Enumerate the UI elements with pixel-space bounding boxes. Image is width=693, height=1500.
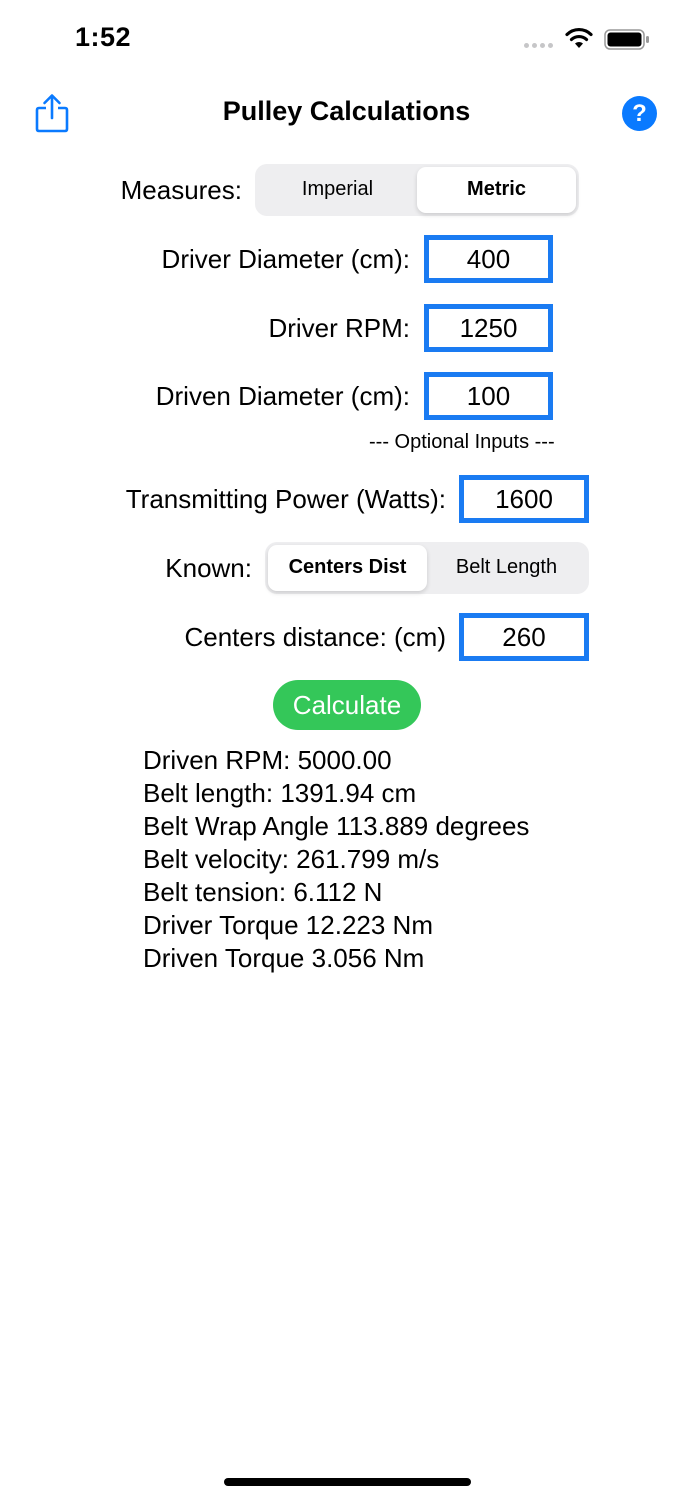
- transmitting-power-input[interactable]: 1600: [459, 475, 589, 523]
- page-title: Pulley Calculations: [222, 96, 471, 126]
- status-time: 1:52: [75, 22, 132, 52]
- known-label: Known:: [165, 553, 252, 583]
- battery-icon: [604, 29, 649, 50]
- driver-diameter-input[interactable]: 400: [424, 235, 553, 283]
- result-driven-rpm: Driven RPM: 5000.00: [143, 745, 392, 775]
- measures-segmented-control[interactable]: Imperial Metric: [255, 164, 579, 216]
- segment-belt-length[interactable]: Belt Length: [427, 545, 586, 591]
- optional-inputs-header: --- Optional Inputs ---: [369, 431, 555, 453]
- home-indicator[interactable]: [224, 1478, 471, 1486]
- result-belt-length: Belt length: 1391.94 cm: [143, 778, 417, 808]
- segment-imperial[interactable]: Imperial: [258, 167, 417, 213]
- calculate-button[interactable]: Calculate: [273, 680, 421, 730]
- wifi-icon: [565, 27, 593, 48]
- centers-distance-input[interactable]: 260: [459, 613, 589, 661]
- help-button[interactable]: ?: [622, 96, 657, 131]
- results-panel: Driven RPM: 5000.00 Belt length: 1391.94…: [143, 744, 529, 975]
- result-driven-torque: Driven Torque 3.056 Nm: [143, 943, 425, 973]
- driver-rpm-label: Driver RPM:: [268, 313, 410, 343]
- measures-label: Measures:: [120, 175, 242, 205]
- centers-distance-label: Centers distance: (cm): [184, 622, 446, 652]
- result-belt-tension: Belt tension: 6.112 N: [143, 877, 383, 907]
- result-belt-wrap-angle: Belt Wrap Angle 113.889 degrees: [143, 811, 530, 841]
- segment-metric[interactable]: Metric: [417, 167, 576, 213]
- known-segmented-control[interactable]: Centers Dist Belt Length: [265, 542, 589, 594]
- driver-rpm-input[interactable]: 1250: [424, 304, 553, 352]
- result-belt-velocity: Belt velocity: 261.799 m/s: [143, 844, 440, 874]
- driven-diameter-input[interactable]: 100: [424, 372, 553, 420]
- transmitting-power-label: Transmitting Power (Watts):: [125, 484, 446, 514]
- driver-diameter-label: Driver Diameter (cm):: [161, 244, 410, 274]
- driven-diameter-label: Driven Diameter (cm):: [155, 381, 410, 411]
- cellular-signal-icon: [524, 43, 553, 48]
- result-driver-torque: Driver Torque 12.223 Nm: [143, 910, 433, 940]
- segment-centers-dist[interactable]: Centers Dist: [268, 545, 427, 591]
